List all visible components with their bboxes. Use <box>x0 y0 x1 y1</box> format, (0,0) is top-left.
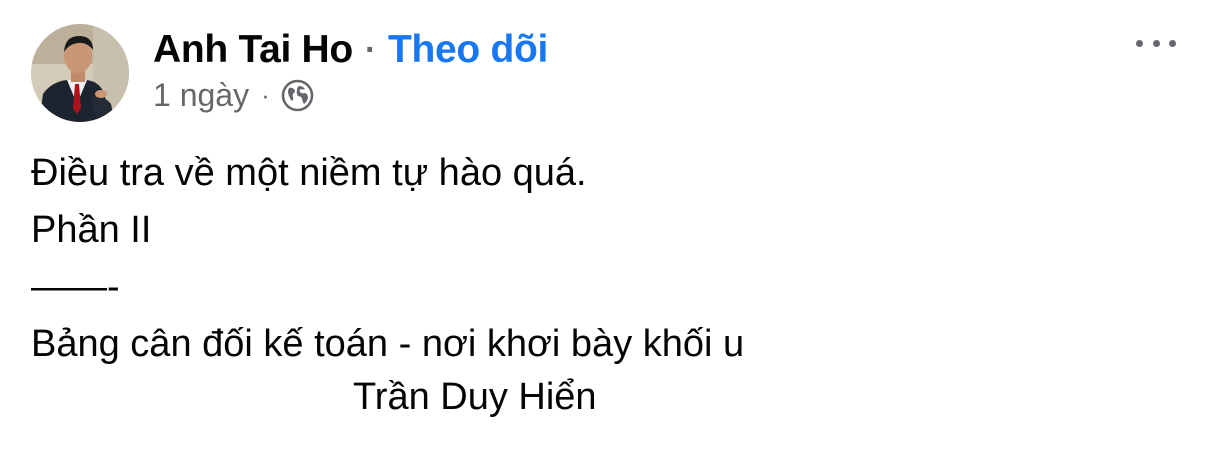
author-avatar[interactable] <box>31 24 129 122</box>
post-text-line: Phần II <box>31 209 152 251</box>
post-body: Điều tra về một niềm tự hào quá. Phần II… <box>31 145 1171 426</box>
avatar-image <box>31 24 129 122</box>
follow-button[interactable]: Theo dõi <box>388 28 548 72</box>
more-dot <box>1136 39 1143 47</box>
post-text-line: ——- <box>31 266 120 308</box>
post-meta: 1 ngày · <box>153 76 314 114</box>
post-text-line: Điều tra về một niềm tự hào quá. <box>31 152 587 194</box>
more-dot <box>1152 39 1160 47</box>
post-header: Anh Tai Ho · Theo dõi <box>153 27 548 73</box>
more-options-icon[interactable] <box>1136 30 1176 56</box>
more-dot <box>1169 39 1176 47</box>
post-signature: Trần Duy Hiển <box>353 376 597 418</box>
header-separator: · <box>364 30 376 69</box>
post-text-line: Bảng cân đối kế toán - nơi khơi bày khối… <box>31 323 745 365</box>
post-timestamp[interactable]: 1 ngày <box>153 77 249 114</box>
post-card: Anh Tai Ho · Theo dõi 1 ngày · Điều tra … <box>0 0 1210 466</box>
globe-icon[interactable] <box>281 79 314 112</box>
author-name[interactable]: Anh Tai Ho <box>153 28 353 72</box>
meta-separator: · <box>261 79 270 110</box>
